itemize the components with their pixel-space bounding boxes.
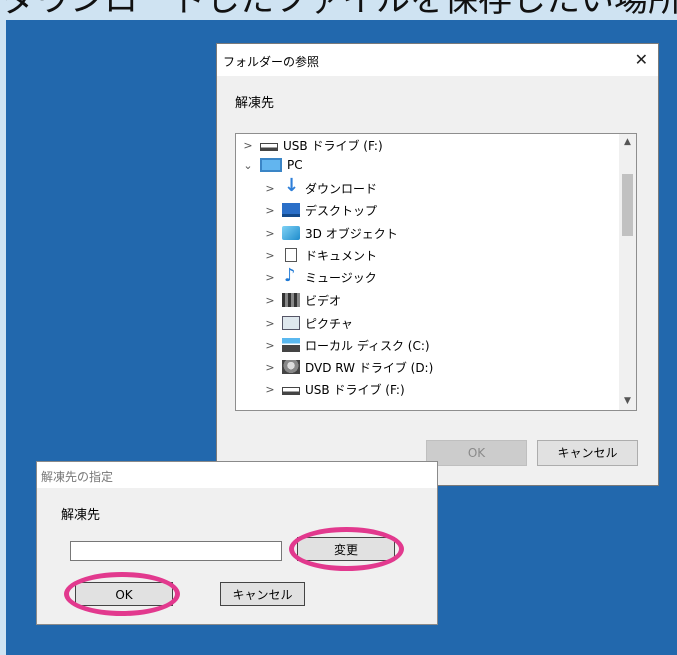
pc-icon bbox=[260, 158, 282, 172]
tree-item-label: PC bbox=[287, 158, 303, 172]
tree-item-label: ローカル ディスク (C:) bbox=[305, 338, 430, 353]
tree-item-label: ミュージック bbox=[305, 270, 377, 285]
tree-item-documents[interactable]: > ドキュメント bbox=[264, 244, 377, 266]
title-bar: 解凍先の指定 bbox=[37, 462, 437, 488]
chevron-right-icon[interactable]: > bbox=[264, 249, 276, 262]
tree-item-label: ビデオ bbox=[305, 293, 342, 308]
chevron-right-icon[interactable]: > bbox=[264, 271, 276, 284]
ok-button[interactable]: OK bbox=[426, 440, 527, 466]
scroll-up-icon[interactable]: ▲ bbox=[619, 134, 636, 151]
chevron-right-icon[interactable]: > bbox=[264, 227, 276, 240]
highlight-circle-ok bbox=[64, 572, 180, 616]
tree-item-label: デスクトップ bbox=[305, 203, 378, 218]
tree-item-label: USB ドライブ (F:) bbox=[283, 138, 383, 153]
chevron-down-icon[interactable]: ⌄ bbox=[242, 159, 254, 172]
local-disk-icon bbox=[282, 338, 300, 352]
cancel-button[interactable]: キャンセル bbox=[537, 440, 638, 466]
destination-label: 解凍先 bbox=[61, 508, 101, 523]
chevron-right-icon[interactable]: > bbox=[264, 182, 276, 195]
usb-drive-icon bbox=[282, 387, 300, 395]
instruction-banner: ダウンロードしたファイルを保存したい場所を選ぶ bbox=[0, 0, 677, 20]
chevron-right-icon[interactable]: > bbox=[242, 139, 254, 152]
desktop-icon bbox=[282, 203, 300, 217]
chevron-right-icon[interactable]: > bbox=[264, 294, 276, 307]
tree-scrollbar[interactable]: ▲ ▼ bbox=[619, 134, 636, 410]
tree-item-pictures[interactable]: > ピクチャ bbox=[264, 312, 353, 334]
dialog-title: 解凍先の指定 bbox=[41, 470, 114, 484]
highlight-circle-change bbox=[289, 527, 404, 571]
tree-item-usb-drive[interactable]: > USB ドライブ (F:) bbox=[264, 378, 405, 400]
scroll-thumb[interactable] bbox=[622, 174, 633, 236]
tree-item-label: ダウンロード bbox=[305, 181, 378, 196]
tree-item-label: USB ドライブ (F:) bbox=[305, 382, 405, 397]
tree-item-3d-objects[interactable]: > 3D オブジェクト bbox=[264, 222, 398, 244]
chevron-right-icon[interactable]: > bbox=[264, 317, 276, 330]
dvd-drive-icon bbox=[282, 360, 300, 374]
document-icon bbox=[285, 248, 297, 262]
3d-objects-icon bbox=[282, 226, 300, 240]
chevron-right-icon[interactable]: > bbox=[264, 204, 276, 217]
tree-item-label: ドキュメント bbox=[305, 248, 378, 263]
tree-item-desktop[interactable]: > デスクトップ bbox=[264, 199, 377, 221]
dialog-caption: 解凍先 bbox=[235, 96, 275, 111]
tree-item-videos[interactable]: > ビデオ bbox=[264, 289, 341, 311]
banner-text: ダウンロードしたファイルを保存したい場所を選ぶ bbox=[2, 0, 677, 20]
pictures-icon bbox=[282, 316, 300, 330]
close-icon[interactable]: ✕ bbox=[635, 50, 648, 69]
tree-item-downloads[interactable]: > ダウンロード bbox=[264, 175, 378, 199]
music-icon bbox=[282, 265, 300, 286]
tree-item-label: DVD RW ドライブ (D:) bbox=[305, 360, 434, 375]
folder-tree[interactable]: > USB ドライブ (F:) ⌄ PC > ダウンロード > デスクトップ >… bbox=[235, 133, 637, 411]
tree-item-music[interactable]: > ミュージック bbox=[264, 265, 377, 288]
tree-item-pc[interactable]: ⌄ PC bbox=[242, 154, 303, 176]
scroll-down-icon[interactable]: ▼ bbox=[619, 393, 636, 410]
tree-item-local-disk[interactable]: > ローカル ディスク (C:) bbox=[264, 334, 430, 356]
tree-item-label: 3D オブジェクト bbox=[305, 226, 398, 241]
dialog-title: フォルダーの参照 bbox=[223, 55, 320, 69]
download-icon bbox=[282, 175, 300, 196]
chevron-right-icon[interactable]: > bbox=[264, 361, 276, 374]
usb-drive-icon bbox=[260, 143, 278, 151]
destination-path-input[interactable] bbox=[70, 541, 282, 561]
tree-item-dvd-drive[interactable]: > DVD RW ドライブ (D:) bbox=[264, 356, 433, 378]
tree-item-label: ピクチャ bbox=[305, 316, 353, 331]
chevron-right-icon[interactable]: > bbox=[264, 383, 276, 396]
title-bar: フォルダーの参照 ✕ bbox=[217, 44, 658, 76]
video-icon bbox=[282, 293, 300, 307]
chevron-right-icon[interactable]: > bbox=[264, 339, 276, 352]
folder-browse-dialog: フォルダーの参照 ✕ 解凍先 > USB ドライブ (F:) ⌄ PC > ダウ… bbox=[216, 43, 659, 486]
tree-item-usb-drive-top[interactable]: > USB ドライブ (F:) bbox=[242, 134, 383, 156]
cancel-button[interactable]: キャンセル bbox=[220, 582, 305, 606]
